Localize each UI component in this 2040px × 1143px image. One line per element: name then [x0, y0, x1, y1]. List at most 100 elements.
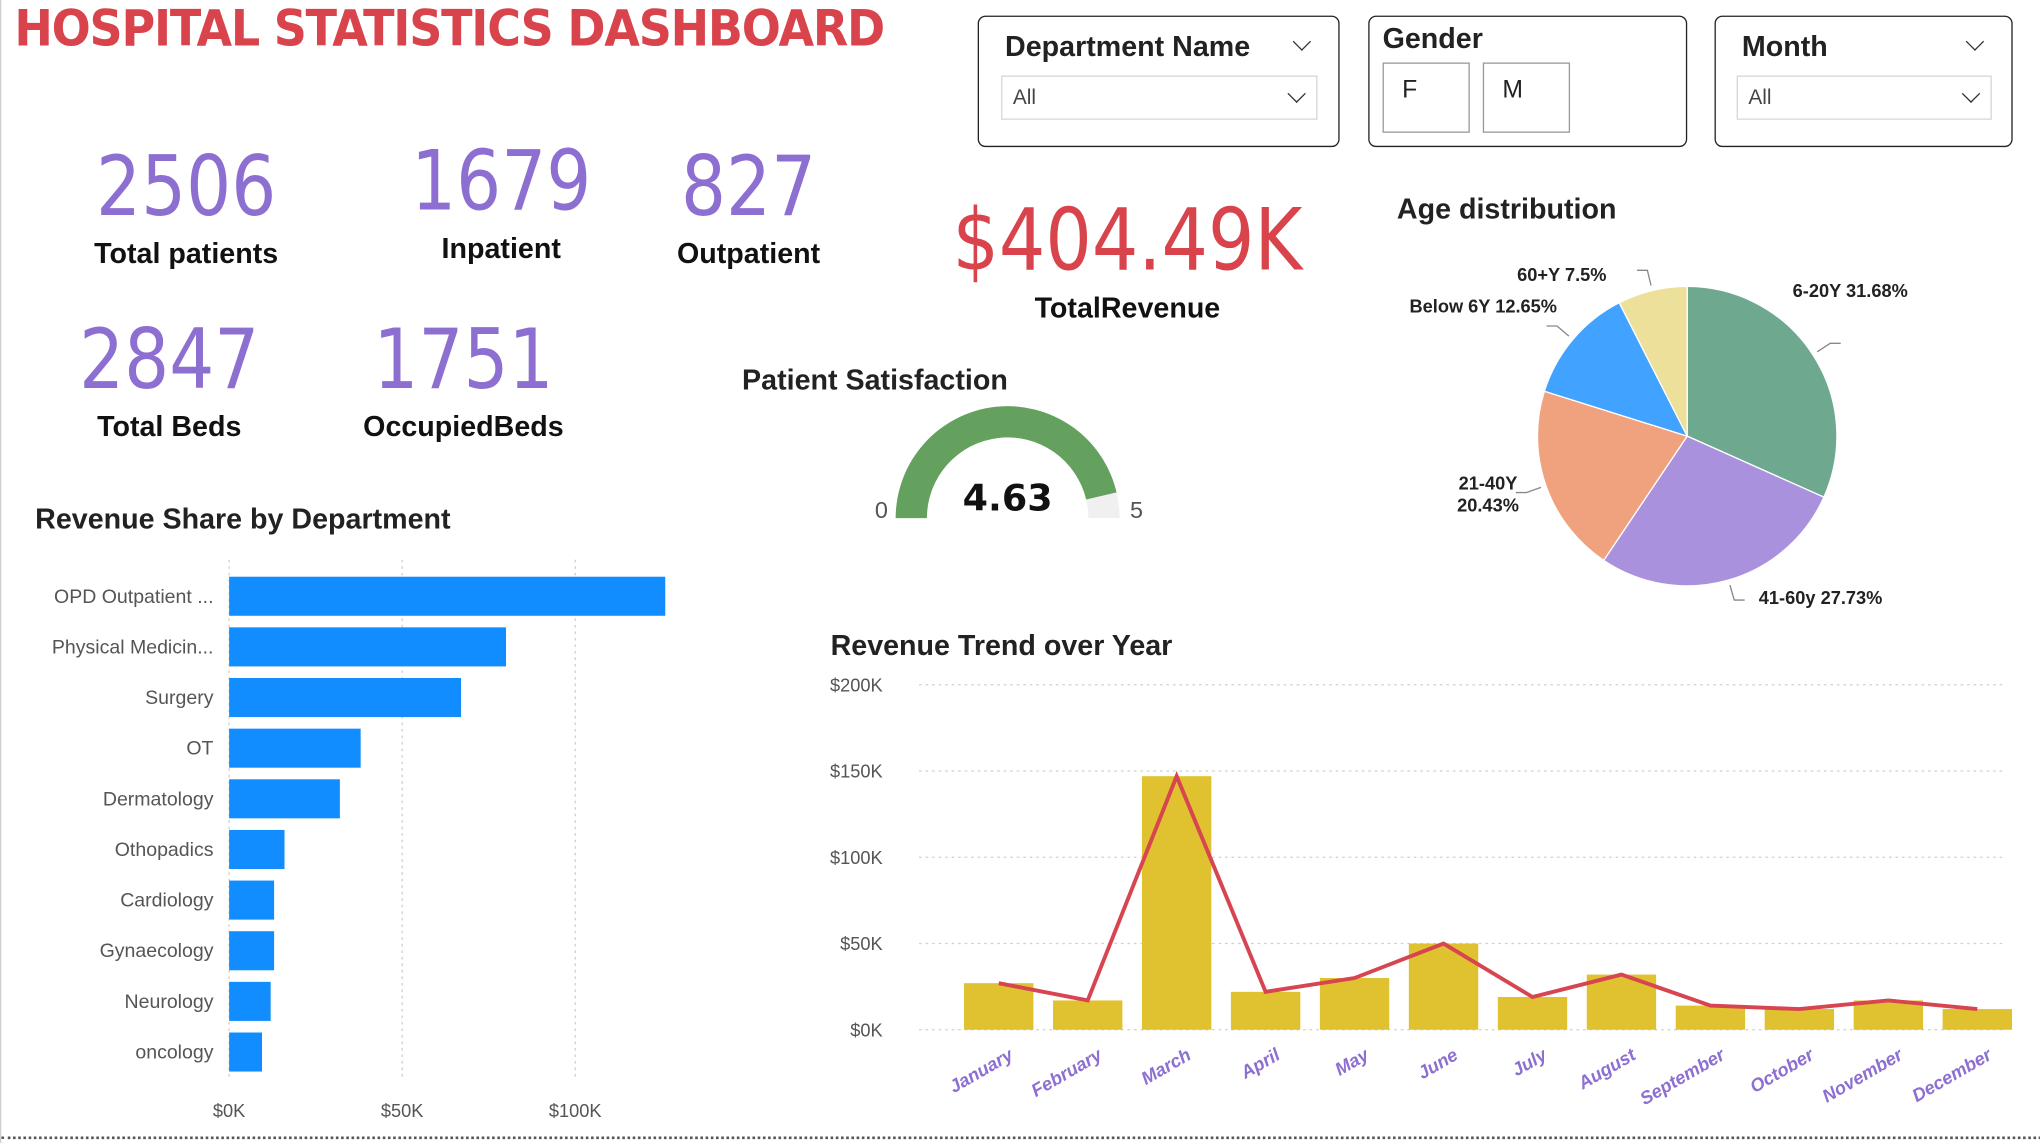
kpi-label: Total Beds: [97, 410, 242, 443]
kpi-value: 2847: [79, 312, 260, 409]
department-dropdown[interactable]: All: [1001, 75, 1318, 120]
month-label: May: [1331, 1044, 1372, 1079]
category-label: OT: [186, 738, 213, 760]
pie-label: 6-20Y 31.68%: [1793, 281, 1908, 301]
department-slicer: Department Name All: [977, 15, 1340, 148]
month-label: September: [1636, 1044, 1728, 1109]
bottom-divider: [1, 1136, 2040, 1140]
kpi-label: Inpatient: [441, 231, 561, 265]
trend-bar[interactable]: [964, 983, 1034, 1030]
category-label: Othopadics: [115, 839, 214, 861]
month-label: January: [946, 1044, 1017, 1097]
trend-bar[interactable]: [1942, 1009, 2012, 1030]
trend-title: Revenue Trend over Year: [830, 628, 1173, 662]
kpi-outpatient: 827 Outpatient: [618, 146, 878, 271]
kpi-total-beds: 2847 Total Beds: [39, 319, 299, 444]
satisfaction-gauge: 4.63 0 5: [875, 406, 1143, 523]
chevron-down-icon: [1961, 84, 1981, 103]
pie-leader-line: [1816, 342, 1841, 353]
kpi-inpatient: 1679 Inpatient: [371, 141, 631, 266]
category-label: Physical Medicin...: [52, 636, 214, 658]
dashboard-canvas: HOSPITAL STATISTICS DASHBOARD 2506 Total…: [0, 0, 2040, 1143]
department-bar[interactable]: [229, 576, 666, 616]
category-label: oncology: [135, 1042, 213, 1064]
department-bar[interactable]: [229, 779, 340, 819]
department-bar[interactable]: [229, 931, 275, 971]
kpi-value: 1679: [411, 134, 592, 231]
slicer-title: Department Name: [1005, 29, 1251, 63]
y-tick-label: $50K: [840, 934, 883, 954]
trend-bar[interactable]: [1675, 1005, 1746, 1030]
kpi-label: OccupiedBeds: [363, 410, 564, 443]
y-tick-label: $100K: [830, 848, 883, 868]
department-bar[interactable]: [229, 829, 285, 869]
category-label: Cardiology: [120, 890, 214, 912]
x-tick-label: $50K: [381, 1101, 424, 1121]
option-label: F: [1402, 76, 1418, 105]
department-bar[interactable]: [229, 627, 507, 667]
kpi-value: 1751: [373, 312, 554, 409]
department-bar[interactable]: [229, 880, 275, 920]
month-label: June: [1414, 1045, 1461, 1084]
pie-label: 41-60y 27.73%: [1759, 588, 1883, 608]
kpi-total-patients: 2506 Total patients: [56, 146, 316, 271]
page-title: HOSPITAL STATISTICS DASHBOARD: [14, 0, 885, 58]
kpi-label: Total patients: [94, 236, 279, 270]
kpi-total-revenue: $404.49K TotalRevenue: [919, 190, 1336, 326]
month-label: April: [1236, 1044, 1284, 1083]
pie-leader-line: [1729, 584, 1745, 601]
month-label: February: [1028, 1044, 1106, 1101]
department-bar[interactable]: [229, 678, 462, 718]
gender-slicer: Gender F M: [1368, 15, 1688, 148]
pie-label: 21-40Y 20.43%: [1457, 473, 1519, 515]
gauge-value: 4.63: [963, 476, 1053, 519]
trend-bar[interactable]: [1230, 991, 1301, 1030]
pie-label: Below 6Y 12.65%: [1409, 296, 1557, 316]
trend-bar[interactable]: [1764, 1009, 1835, 1030]
gender-option-f[interactable]: F: [1382, 62, 1470, 133]
age-distribution-pie: 6-20Y 31.68% 41-60y 27.73% 21-40Y 20.43% Bel…: [1409, 265, 1908, 608]
trend-bar[interactable]: [1497, 996, 1568, 1030]
gauge-max-label: 5: [1130, 497, 1143, 523]
dropdown-value: All: [1012, 87, 1036, 110]
department-bar[interactable]: [229, 728, 361, 768]
x-tick-label: $0K: [213, 1101, 245, 1121]
month-label: November: [1819, 1044, 1907, 1106]
bar-chart-title: Revenue Share by Department: [35, 502, 451, 536]
slicer-title: Gender: [1382, 22, 1483, 55]
department-bar[interactable]: [229, 1032, 263, 1072]
trend-bar[interactable]: [1853, 1000, 1924, 1030]
trend-bar[interactable]: [1053, 1000, 1123, 1030]
y-tick-label: $150K: [830, 762, 883, 782]
x-tick-label: $100K: [549, 1101, 602, 1121]
kpi-label: TotalRevenue: [1034, 291, 1221, 325]
department-bar[interactable]: [229, 981, 271, 1021]
kpi-label: Outpatient: [676, 236, 821, 270]
category-label: Neurology: [125, 991, 214, 1013]
dropdown-value: All: [1748, 87, 1772, 110]
month-label: October: [1746, 1044, 1817, 1097]
month-label: August: [1574, 1044, 1640, 1094]
pie-label: 60+Y 7.5%: [1517, 265, 1606, 285]
month-dropdown[interactable]: All: [1736, 75, 1992, 120]
pie-leader-line: [1515, 486, 1542, 494]
chevron-down-icon[interactable]: [1292, 32, 1312, 51]
revenue-trend-chart: $0K $50K $100K $150K $200K January February Mar…: [830, 675, 2012, 1109]
chevron-down-icon[interactable]: [1965, 32, 1985, 51]
trend-bar[interactable]: [1319, 978, 1390, 1030]
y-tick-label: $200K: [830, 675, 883, 695]
pie-leader-line: [1636, 269, 1652, 286]
y-tick-label: $0K: [850, 1020, 882, 1040]
kpi-value: $404.49K: [952, 190, 1303, 291]
chevron-down-icon: [1287, 84, 1306, 103]
gender-option-m[interactable]: M: [1482, 62, 1571, 133]
category-label: Dermatology: [103, 788, 214, 810]
option-label: M: [1502, 76, 1523, 105]
kpi-value: 827: [680, 139, 817, 236]
trend-bar[interactable]: [1141, 776, 1212, 1030]
pie-title: Age distribution: [1396, 192, 1617, 226]
category-label: OPD Outpatient ...: [54, 586, 213, 608]
month-label: March: [1138, 1045, 1194, 1089]
category-label: Surgery: [145, 687, 214, 709]
gauge-min-label: 0: [875, 497, 888, 523]
